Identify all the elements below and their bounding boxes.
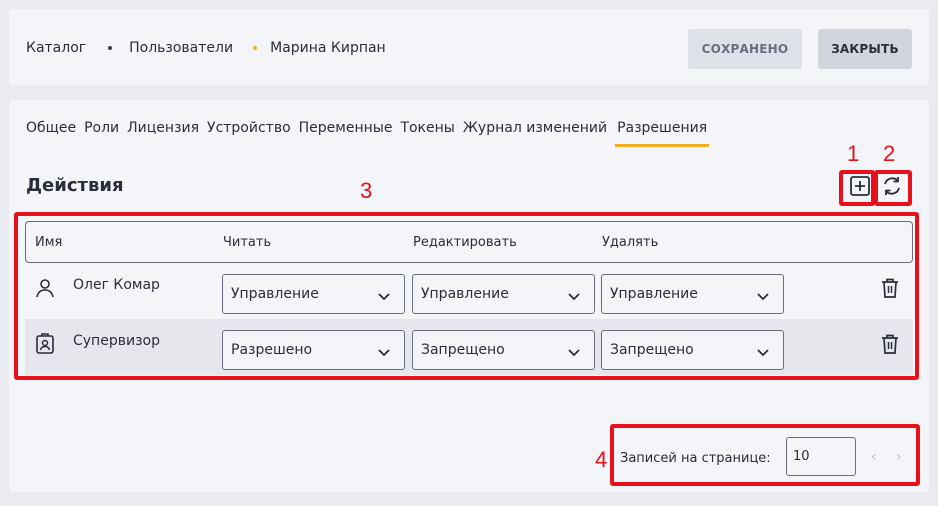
close-button[interactable]: ЗАКРЫТЬ — [818, 29, 912, 69]
breadcrumb-separator — [108, 46, 113, 50]
tab-permissions[interactable]: Разрешения — [615, 120, 710, 147]
breadcrumb-separator-active — [253, 46, 258, 50]
saved-button[interactable]: СОХРАНЕНО — [688, 29, 802, 69]
annotation-label-4: 4 — [595, 447, 608, 472]
tab-tokens[interactable]: Токены — [400, 120, 454, 147]
annotation-box-2 — [874, 170, 912, 206]
breadcrumb-current: Марина Кирпан — [270, 40, 386, 56]
breadcrumb-catalog[interactable]: Каталог — [26, 40, 86, 56]
breadcrumb-users[interactable]: Пользователи — [129, 40, 233, 56]
annotation-box-1 — [839, 170, 875, 206]
tab-variables[interactable]: Переменные — [299, 120, 393, 147]
tab-license[interactable]: Лицензия — [127, 120, 199, 147]
tab-changelog[interactable]: Журнал изменений — [463, 120, 607, 147]
tab-general[interactable]: Общее — [26, 120, 76, 147]
tab-bar: Общее Роли Лицензия Устройство Переменны… — [26, 120, 717, 147]
annotation-box-4 — [610, 424, 920, 486]
annotation-label-3: 3 — [360, 178, 373, 203]
breadcrumb: Каталог Пользователи Марина Кирпан — [26, 40, 386, 56]
header-bar: Каталог Пользователи Марина Кирпан СОХРА… — [9, 9, 929, 85]
tab-device[interactable]: Устройство — [207, 120, 291, 147]
annotation-label-1: 1 — [847, 141, 860, 166]
section-title: Действия — [26, 175, 124, 196]
annotation-box-3 — [14, 212, 919, 380]
tab-roles[interactable]: Роли — [84, 120, 119, 147]
annotation-label-2: 2 — [883, 141, 896, 166]
